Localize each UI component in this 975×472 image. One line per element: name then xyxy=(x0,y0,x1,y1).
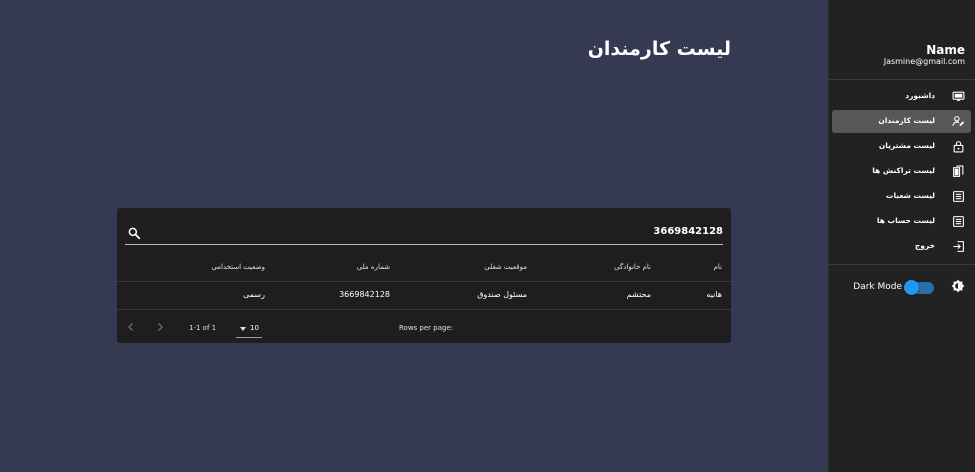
user-name: Name xyxy=(926,43,965,57)
user-edit-icon xyxy=(952,116,965,126)
rows-per-page-value[interactable]: 10 xyxy=(250,324,259,332)
cell-employment-status: رسمی xyxy=(243,290,265,299)
sidebar-divider xyxy=(829,79,975,80)
pagination: 1-1 of 1 10 Rows per page: xyxy=(117,312,731,342)
cell-job-position: مسئول صندوق xyxy=(477,290,527,299)
search-field[interactable]: 3669842128 xyxy=(125,224,723,245)
user-email: Jasmine@gmail.com xyxy=(883,57,965,66)
list-icon xyxy=(953,216,964,227)
page-title: لیست کارمندان xyxy=(587,38,731,60)
sidebar-item-logout[interactable]: خروج xyxy=(832,235,971,258)
rows-per-page-label: Rows per page: xyxy=(399,324,454,332)
column-header-national-id[interactable]: شماره ملی xyxy=(357,263,390,271)
rows-per-page-select[interactable]: 10 xyxy=(236,319,262,338)
pagination-range: 1-1 of 1 xyxy=(189,324,217,332)
sidebar-item-branches[interactable]: لیست شعبات xyxy=(832,185,971,208)
sidebar-divider xyxy=(829,264,975,265)
sidebar-item-label: خروج xyxy=(914,241,935,250)
sidebar-item-customers[interactable]: لیست مشتریان xyxy=(832,135,971,158)
documents-icon xyxy=(953,165,964,177)
sidebar-item-label: داشبورد xyxy=(905,91,935,100)
employee-table-card: 3669842128 نام نام خانوادگی موقعیت شغلی … xyxy=(117,208,731,343)
cell-last-name: محتشم xyxy=(626,290,651,299)
search-icon[interactable] xyxy=(127,226,141,240)
sidebar-item-label: لیست تراکنش ها xyxy=(872,166,935,175)
toggle-thumb[interactable] xyxy=(904,280,919,295)
sidebar: Name Jasmine@gmail.com داشبورد لیست کارم… xyxy=(828,0,975,472)
sidebar-item-dashboard[interactable]: داشبورد xyxy=(832,85,971,108)
monitor-icon xyxy=(952,91,965,101)
column-header-last-name[interactable]: نام خانوادگی xyxy=(614,263,651,271)
sidebar-item-transactions[interactable]: لیست تراکنش ها xyxy=(832,160,971,183)
dark-mode-toggle[interactable] xyxy=(904,279,934,296)
column-header-job-position[interactable]: موقعیت شغلی xyxy=(484,263,527,271)
chevron-down-icon[interactable] xyxy=(240,327,246,331)
cell-first-name: هانیه xyxy=(706,290,722,299)
table-header-row: نام نام خانوادگی موقعیت شغلی شماره ملی و… xyxy=(117,248,731,282)
sidebar-item-accounts[interactable]: لیست حساب ها xyxy=(832,210,971,233)
sidebar-item-label: لیست کارمندان xyxy=(878,116,935,125)
previous-page-icon[interactable] xyxy=(125,321,137,333)
dark-mode-label: Dark Mode xyxy=(853,282,902,292)
search-input[interactable]: 3669842128 xyxy=(653,226,723,237)
sidebar-item-employees[interactable]: لیست کارمندان xyxy=(832,110,971,133)
next-page-icon[interactable] xyxy=(154,321,166,333)
brightness-icon xyxy=(951,279,965,293)
main-content: لیست کارمندان 3669842128 نام نام خانوادگ… xyxy=(0,0,828,472)
logout-icon xyxy=(953,241,964,252)
sidebar-item-label: لیست مشتریان xyxy=(878,141,935,150)
list-icon xyxy=(953,191,964,202)
table-row[interactable]: هانیه محتشم مسئول صندوق 3669842128 رسمی xyxy=(117,282,731,310)
cell-national-id: 3669842128 xyxy=(339,290,390,299)
lock-icon xyxy=(953,141,964,153)
column-header-employment-status[interactable]: وضعیت استخدامی xyxy=(211,263,265,271)
sidebar-item-label: لیست شعبات xyxy=(885,191,935,200)
column-header-first-name[interactable]: نام xyxy=(714,263,722,271)
sidebar-item-label: لیست حساب ها xyxy=(876,216,935,225)
